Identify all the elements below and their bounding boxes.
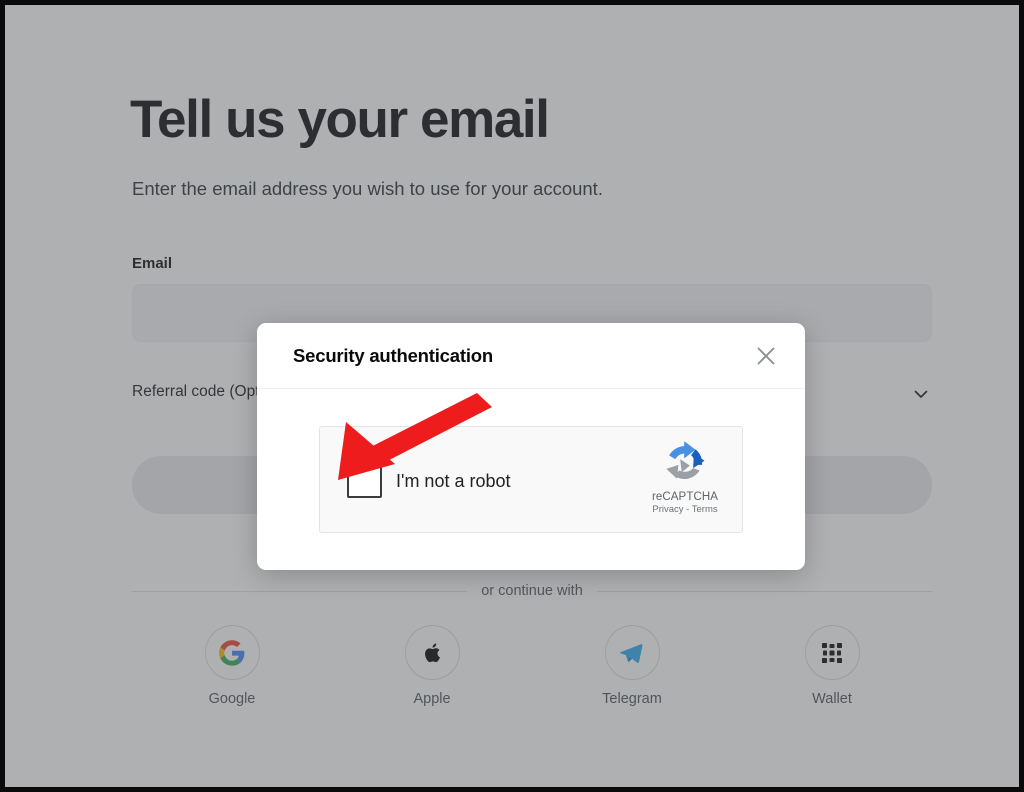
recaptcha-label: I'm not a robot	[396, 471, 511, 491]
recaptcha-widget: I'm not a robot reCAPTCHA Privacy - Term…	[319, 426, 743, 533]
checkbox-unchecked-icon[interactable]	[347, 463, 382, 498]
browser-viewport: Tell us your email Enter the email addre…	[5, 5, 1019, 787]
recaptcha-logo-icon	[666, 441, 705, 479]
security-authentication-modal: Security authentication I'm not a robot	[257, 323, 805, 570]
screenshot-frame: Tell us your email Enter the email addre…	[0, 0, 1024, 792]
close-icon[interactable]	[753, 343, 779, 369]
modal-title: Security authentication	[293, 345, 493, 366]
recaptcha-brand: reCAPTCHA Privacy - Terms	[639, 438, 731, 515]
modal-header: Security authentication	[257, 323, 805, 389]
recaptcha-legal-links[interactable]: Privacy - Terms	[639, 504, 731, 515]
recaptcha-brand-name: reCAPTCHA	[651, 491, 719, 503]
